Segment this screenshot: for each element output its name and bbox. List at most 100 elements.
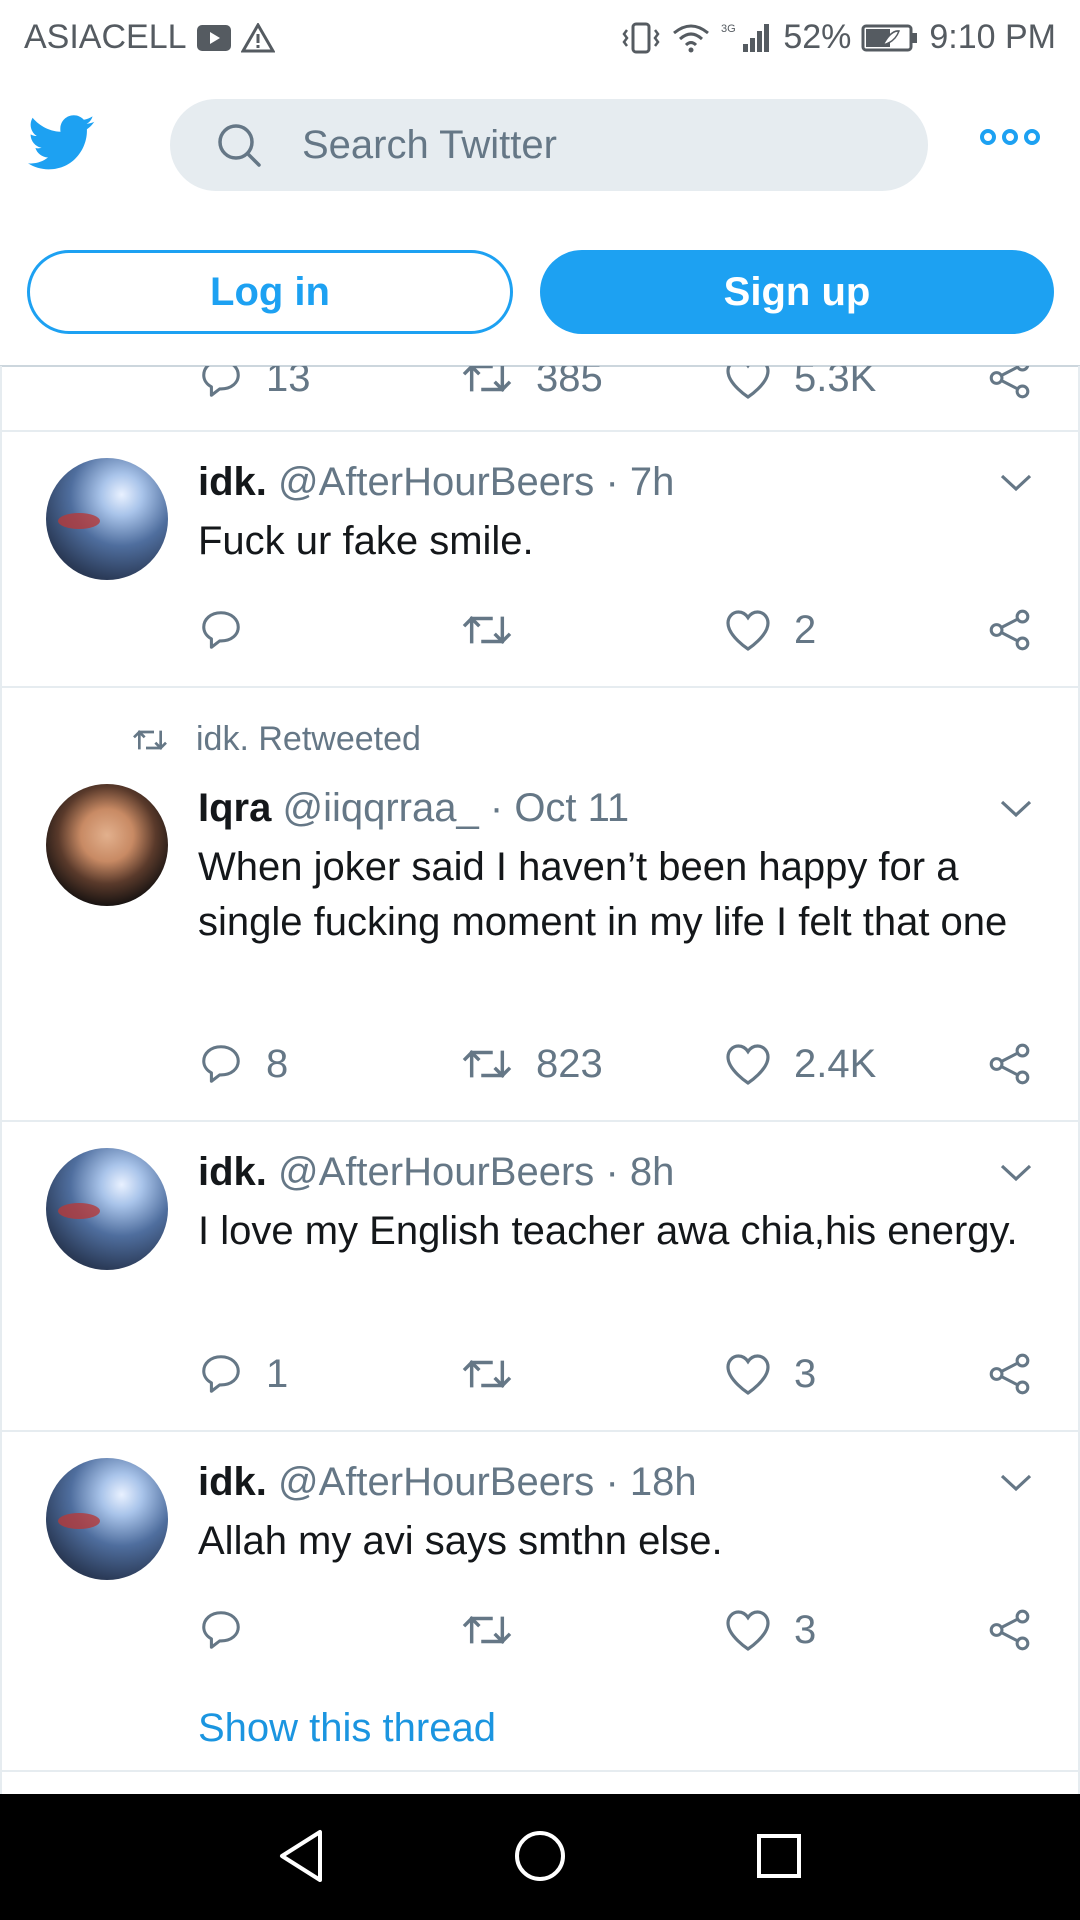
carrier-name: ASIACELL bbox=[24, 18, 187, 56]
chevron-down-icon[interactable] bbox=[996, 1156, 1036, 1186]
reply-action[interactable]: 1 bbox=[198, 1351, 288, 1397]
tweet-time[interactable]: 7h bbox=[630, 460, 675, 504]
retweeted-label: idk. Retweeted bbox=[196, 720, 421, 758]
retweeted-banner[interactable]: idk. Retweeted bbox=[130, 720, 421, 759]
reply-icon bbox=[202, 1611, 240, 1649]
user-name[interactable]: Iqra bbox=[198, 786, 271, 830]
share-icon bbox=[989, 1353, 1030, 1395]
like-count: 3 bbox=[794, 1351, 817, 1396]
retweet-icon bbox=[462, 1050, 512, 1078]
tweet[interactable]: idk. @AfterHourBeers · 8h I love my Engl… bbox=[2, 1122, 1078, 1432]
retweet-action[interactable]: 823 bbox=[460, 1041, 603, 1087]
tweet-text: When joker said I haven’t been happy for… bbox=[198, 845, 1008, 944]
reply-icon bbox=[202, 1045, 240, 1083]
reply-count: 8 bbox=[266, 1041, 289, 1086]
reply-count: 13 bbox=[266, 366, 311, 400]
share-action[interactable] bbox=[987, 1351, 1033, 1397]
retweet-icon bbox=[462, 366, 512, 392]
like-action[interactable]: 2 bbox=[724, 607, 816, 653]
dot bbox=[1002, 129, 1018, 145]
home-circle-icon[interactable] bbox=[510, 1824, 570, 1888]
search-input[interactable] bbox=[302, 122, 862, 168]
reply-action[interactable] bbox=[198, 1607, 266, 1653]
tweet-text: Allah my avi says smthn else. bbox=[198, 1519, 723, 1563]
user-handle[interactable]: @AfterHourBeers bbox=[278, 1460, 594, 1504]
more-options-icon[interactable] bbox=[980, 129, 1040, 145]
avatar[interactable] bbox=[46, 1458, 168, 1580]
battery-percent: 52% bbox=[783, 18, 852, 56]
share-action[interactable] bbox=[987, 1607, 1033, 1653]
tweet[interactable]: idk. @AfterHourBeers · 18h Allah my avi … bbox=[2, 1432, 1078, 1772]
reply-icon bbox=[202, 1355, 240, 1393]
wifi-icon bbox=[671, 23, 711, 53]
like-action[interactable]: 3 bbox=[724, 1351, 816, 1397]
reply-icon bbox=[202, 611, 240, 649]
avatar[interactable] bbox=[46, 458, 168, 580]
share-action[interactable] bbox=[987, 366, 1033, 401]
status-left: ASIACELL bbox=[24, 18, 275, 57]
share-action[interactable] bbox=[987, 1041, 1033, 1087]
separator-dot: · bbox=[605, 1150, 619, 1194]
retweet-action[interactable] bbox=[460, 607, 536, 653]
tweet-header: idk. @AfterHourBeers · 7h bbox=[198, 460, 674, 505]
status-bar: ASIACELL 3G 52% 9:10 PM bbox=[0, 0, 1080, 75]
reply-action[interactable]: 13 bbox=[198, 366, 311, 401]
reply-action[interactable]: 8 bbox=[198, 1041, 288, 1087]
tweet-text: I love my English teacher awa chia,his e… bbox=[198, 1209, 1018, 1253]
like-action[interactable]: 3 bbox=[724, 1607, 816, 1653]
chevron-down-icon[interactable] bbox=[996, 466, 1036, 496]
retweet-action[interactable] bbox=[460, 1351, 536, 1397]
retweet-icon bbox=[462, 1616, 512, 1644]
user-handle[interactable]: @AfterHourBeers bbox=[278, 1150, 594, 1194]
tweet-partial[interactable]: 13 385 5.3K bbox=[2, 366, 1078, 432]
user-handle[interactable]: @iiqqrraa_ bbox=[282, 786, 478, 830]
avatar[interactable] bbox=[46, 784, 168, 906]
chevron-down-icon[interactable] bbox=[996, 1466, 1036, 1496]
heart-icon bbox=[726, 366, 770, 399]
tweet-time[interactable]: 8h bbox=[630, 1150, 675, 1194]
recents-square-icon[interactable] bbox=[752, 1824, 806, 1888]
retweet-action[interactable] bbox=[460, 1607, 536, 1653]
like-action[interactable]: 5.3K bbox=[724, 366, 876, 401]
tweet-text: Fuck ur fake smile. bbox=[198, 519, 534, 563]
tweet[interactable]: idk. Retweeted Iqra @iiqqrraa_ · Oct 11 … bbox=[2, 688, 1078, 1122]
network-type: 3G bbox=[721, 23, 736, 35]
search-icon bbox=[216, 122, 262, 168]
signal-icon: 3G bbox=[721, 22, 773, 54]
chevron-down-icon[interactable] bbox=[996, 792, 1036, 822]
retweet-action[interactable]: 385 bbox=[460, 366, 603, 401]
tweet-time[interactable]: 18h bbox=[630, 1460, 697, 1504]
tweet-time[interactable]: Oct 11 bbox=[514, 786, 629, 830]
share-icon bbox=[989, 366, 1030, 399]
share-action[interactable] bbox=[987, 607, 1033, 653]
auth-buttons: Log in Sign up bbox=[0, 250, 1080, 336]
clock: 9:10 PM bbox=[929, 18, 1056, 56]
like-count: 3 bbox=[794, 1607, 817, 1652]
back-triangle-icon[interactable] bbox=[274, 1824, 328, 1888]
twitter-bird-icon[interactable] bbox=[27, 115, 96, 176]
signup-button[interactable]: Sign up bbox=[540, 250, 1054, 334]
dot bbox=[1024, 129, 1040, 145]
retweet-icon bbox=[462, 616, 512, 644]
separator-dot: · bbox=[605, 1460, 619, 1504]
like-action[interactable]: 2.4K bbox=[724, 1041, 876, 1087]
tweet-header: idk. @AfterHourBeers · 8h bbox=[198, 1150, 674, 1195]
search-bar[interactable] bbox=[170, 99, 928, 191]
top-header bbox=[0, 75, 1080, 215]
retweet-icon bbox=[133, 729, 167, 750]
login-button[interactable]: Log in bbox=[27, 250, 513, 334]
user-handle[interactable]: @AfterHourBeers bbox=[278, 460, 594, 504]
tweet[interactable]: idk. @AfterHourBeers · 7h Fuck ur fake s… bbox=[2, 432, 1078, 688]
reply-icon bbox=[202, 366, 240, 397]
retweet-count: 823 bbox=[536, 1041, 603, 1086]
avatar[interactable] bbox=[46, 1148, 168, 1270]
share-icon bbox=[989, 1043, 1030, 1085]
user-name[interactable]: idk. bbox=[198, 460, 267, 504]
user-name[interactable]: idk. bbox=[198, 1150, 267, 1194]
reply-action[interactable] bbox=[198, 607, 266, 653]
user-name[interactable]: idk. bbox=[198, 1460, 267, 1504]
timeline[interactable]: 13 385 5.3K idk. @AfterHourBeers · 7h Fu… bbox=[0, 366, 1080, 1794]
tweet-header: idk. @AfterHourBeers · 18h bbox=[198, 1460, 697, 1505]
show-thread-link[interactable]: Show this thread bbox=[198, 1706, 496, 1751]
youtube-notification-icon bbox=[196, 24, 231, 51]
